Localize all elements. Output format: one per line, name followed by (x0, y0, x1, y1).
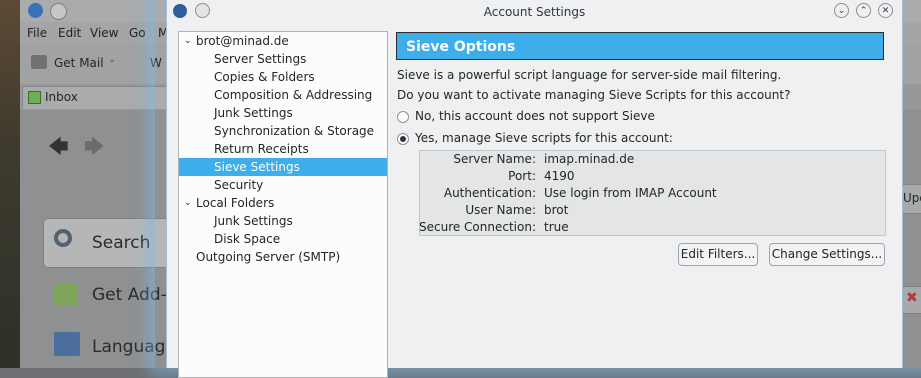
tree-item-label: Server Settings (214, 52, 307, 66)
menu-go[interactable]: Go (129, 26, 146, 40)
forward-arrow-icon[interactable]: 🡆 (84, 132, 105, 166)
tree-item-junk-settings[interactable]: Junk Settings (179, 104, 387, 122)
server-name-label: Server Name: (453, 152, 536, 166)
authentication-label: Authentication: (443, 186, 536, 200)
tree-item-local-folders[interactable]: ⌄ Local Folders (179, 194, 387, 212)
tree-item-label: Synchronization & Storage (214, 124, 375, 138)
expand-arrow-icon[interactable]: ⌄ (184, 194, 192, 212)
tree-item-label: Disk Space (214, 232, 281, 246)
tree-item-security[interactable]: Security (179, 176, 387, 194)
description-line-2: Do you want to activate managing Sieve S… (397, 88, 791, 102)
user-name-label: User Name: (465, 203, 536, 217)
get-mail-button[interactable]: Get Mail (54, 56, 104, 70)
user-name-value: brot (544, 203, 569, 217)
secure-connection-value: true (544, 220, 569, 234)
tree-item-label: Junk Settings (214, 106, 293, 120)
addons-icon (54, 284, 78, 306)
port-label: Port: (508, 169, 536, 183)
language-flag-icon (54, 332, 80, 356)
page-title: Sieve Options (406, 39, 516, 55)
tree-item-composition[interactable]: Composition & Addressing (179, 86, 387, 104)
window-menu-icon[interactable] (50, 3, 67, 20)
get-mail-icon (31, 55, 47, 69)
tree-item-server-settings[interactable]: Server Settings (179, 50, 387, 68)
radio-yes-sieve[interactable] (397, 133, 409, 145)
authentication-value: Use login from IMAP Account (544, 186, 717, 200)
tree-item-local-junk-settings[interactable]: Junk Settings (179, 212, 387, 230)
tree-item-label: Security (214, 178, 264, 192)
radio-yes-sieve-label[interactable]: Yes, manage Sieve scripts for this accou… (415, 131, 673, 145)
close-button[interactable]: ✕ (878, 3, 893, 18)
tree-item-disk-space[interactable]: Disk Space (179, 230, 387, 248)
tree-item-label: Local Folders (196, 196, 275, 210)
back-arrow-icon[interactable]: 🡄 (48, 132, 69, 166)
minimize-button[interactable]: ⌄ (834, 3, 849, 18)
dialog-title: Account Settings (483, 5, 586, 19)
port-value: 4190 (544, 169, 575, 183)
tab-inbox[interactable]: Inbox (22, 86, 174, 109)
tree-item-label: Return Receipts (214, 142, 309, 156)
tree-item-return-receipts[interactable]: Return Receipts (179, 140, 387, 158)
tree-item-outgoing-server[interactable]: Outgoing Server (SMTP) (179, 248, 387, 266)
search-icon (54, 229, 72, 247)
dialog-titlebar[interactable]: Account Settings ⌄ ⌃ ✕ (167, 0, 902, 23)
server-name-value: imap.minad.de (544, 152, 635, 166)
tree-item-copies-folders[interactable]: Copies & Folders (179, 68, 387, 86)
tree-item-account[interactable]: ⌄ brot@minad.de (179, 32, 387, 50)
sieve-options-header: Sieve Options (396, 32, 884, 60)
thunderbird-app-icon (28, 3, 43, 18)
change-settings-button[interactable]: Change Settings... (769, 243, 885, 266)
radio-no-sieve-label[interactable]: No, this account does not support Sieve (415, 109, 655, 123)
tree-item-label: brot@minad.de (196, 34, 289, 48)
menu-view[interactable]: View (90, 26, 118, 40)
secure-connection-label: Secure Connection: (418, 220, 536, 234)
description-line-1: Sieve is a powerful script language for … (397, 68, 782, 82)
account-tree: ⌄ brot@minad.de Server Settings Copies &… (178, 31, 388, 378)
menu-edit[interactable]: Edit (58, 26, 81, 40)
menu-file[interactable]: File (27, 26, 47, 40)
tree-item-label: Composition & Addressing (214, 88, 373, 102)
get-mail-dropdown-icon[interactable]: ⌄ (108, 54, 116, 65)
tree-item-label: Outgoing Server (SMTP) (196, 250, 341, 264)
edit-filters-button[interactable]: Edit Filters... (678, 243, 758, 266)
server-info-box: Server Name: imap.minad.de Port: 4190 Au… (419, 150, 886, 236)
inbox-icon (28, 91, 41, 104)
tab-inbox-label: Inbox (45, 90, 78, 104)
maximize-button[interactable]: ⌃ (856, 3, 871, 18)
account-settings-dialog: Account Settings ⌄ ⌃ ✕ ⌄ brot@minad.de S… (166, 0, 903, 378)
expand-arrow-icon[interactable]: ⌄ (184, 32, 192, 50)
tree-item-label: Sieve Settings (214, 160, 300, 174)
search-label: Search (92, 233, 151, 253)
radio-no-sieve[interactable] (397, 111, 409, 123)
tree-item-sieve-settings[interactable]: Sieve Settings (179, 158, 387, 176)
tree-item-sync-storage[interactable]: Synchronization & Storage (179, 122, 387, 140)
tree-item-label: Junk Settings (214, 214, 293, 228)
tree-item-label: Copies & Folders (214, 70, 315, 84)
